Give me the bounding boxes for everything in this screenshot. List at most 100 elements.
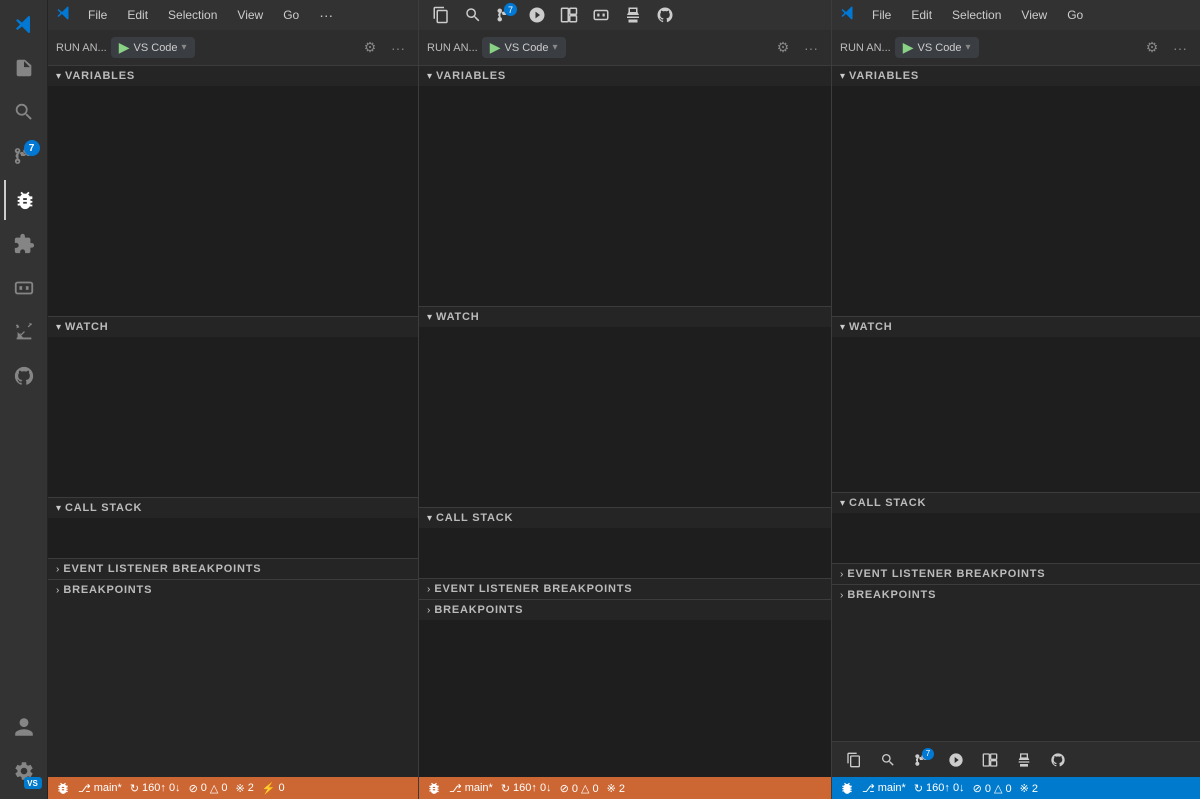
remote-icon[interactable]	[4, 268, 44, 308]
right-play-icon: ▶	[903, 39, 914, 56]
center-breakpoints-section-header[interactable]: › BREAKPOINTS	[419, 599, 831, 620]
settings-button[interactable]: ⚙	[358, 36, 382, 60]
center-variables-section-header[interactable]: ▾ VARIABLES	[419, 66, 831, 86]
right-search-icon[interactable]	[874, 746, 902, 774]
vscode-logo-icon[interactable]	[4, 4, 44, 44]
warning-count: 0	[221, 782, 227, 794]
breakpoints-section-header[interactable]: › BREAKPOINTS	[48, 579, 418, 600]
info-icon: ※	[236, 782, 245, 795]
right-chevron-down-icon: ▾	[966, 42, 971, 53]
menu-selection[interactable]: Selection	[160, 6, 225, 24]
center-event-listener-section-header[interactable]: › EVENT LISTENER BREAKPOINTS	[419, 578, 831, 599]
right-layout-icon[interactable]	[976, 746, 1004, 774]
errors-status[interactable]: ⊘ 0 △ 0	[189, 782, 228, 795]
right-source-control-icon[interactable]: 7	[908, 746, 936, 774]
more-button[interactable]: ···	[386, 36, 410, 60]
test-icon[interactable]	[619, 1, 647, 29]
center-variables-chevron-icon: ▾	[427, 71, 432, 82]
sync-status[interactable]: ↻ 160↑ 0↓	[130, 782, 181, 795]
play-icon: ▶	[119, 39, 130, 56]
config-selector[interactable]: ▶ VS Code ▾	[111, 37, 195, 58]
center-sync-status[interactable]: ↻ 160↑ 0↓	[501, 782, 552, 795]
center-more-button[interactable]: ···	[799, 36, 823, 60]
right-config-selector[interactable]: ▶ VS Code ▾	[895, 37, 979, 58]
center-call-stack-body	[419, 528, 831, 578]
center-variables-body	[419, 86, 831, 306]
settings-icon[interactable]: VS	[4, 751, 44, 791]
center-watch-section-header[interactable]: ▾ WATCH	[419, 306, 831, 327]
explorer-icon[interactable]	[4, 48, 44, 88]
menu-more[interactable]: ···	[313, 5, 339, 25]
right-event-listener-section-header[interactable]: › EVENT LISTENER BREAKPOINTS	[832, 563, 1200, 584]
menu-edit[interactable]: Edit	[119, 6, 156, 24]
center-info-status[interactable]: ※ 2	[607, 782, 625, 795]
right-menubar: File Edit Selection View Go	[832, 0, 1200, 30]
right-info-status[interactable]: ※ 2	[1020, 782, 1038, 795]
settings-badge: VS	[24, 777, 42, 789]
right-test-icon[interactable]	[1010, 746, 1038, 774]
debug-icon-status[interactable]	[56, 781, 70, 795]
right-copy-icon[interactable]	[840, 746, 868, 774]
right-call-stack-chevron-icon: ▾	[840, 498, 845, 509]
center-branch-status[interactable]: ⎇ main*	[449, 782, 493, 795]
account-icon[interactable]	[4, 707, 44, 747]
search-icon[interactable]	[459, 1, 487, 29]
center-watch-body	[419, 327, 831, 507]
event-listener-chevron-icon: ›	[56, 564, 59, 575]
variables-section-header[interactable]: ▾ VARIABLES	[48, 66, 418, 86]
github-icon[interactable]	[4, 356, 44, 396]
center-settings-button[interactable]: ⚙	[771, 36, 795, 60]
right-menu-edit[interactable]: Edit	[903, 6, 940, 24]
source-control-icon[interactable]: 7	[4, 136, 44, 176]
center-call-stack-section-header[interactable]: ▾ CALL STACK	[419, 507, 831, 528]
extensions-icon[interactable]	[4, 224, 44, 264]
right-errors-status[interactable]: ⊘ 0 △ 0	[973, 782, 1012, 795]
search-icon[interactable]	[4, 92, 44, 132]
center-debug-toolbar: RUN AN... ▶ VS Code ▾ ⚙ ···	[419, 30, 831, 66]
menu-view[interactable]: View	[229, 6, 271, 24]
right-menu-selection[interactable]: Selection	[944, 6, 1009, 24]
right-menu-file[interactable]: File	[864, 6, 899, 24]
right-sync-status[interactable]: ↻ 160↑ 0↓	[914, 782, 965, 795]
right-call-stack-section-header[interactable]: ▾ CALL STACK	[832, 492, 1200, 513]
right-breakpoints-section-header[interactable]: › BREAKPOINTS	[832, 584, 1200, 605]
right-event-listener-chevron-icon: ›	[840, 569, 843, 580]
copy-icon[interactable]	[427, 1, 455, 29]
layout-icon[interactable]	[555, 1, 583, 29]
right-run-icon[interactable]	[942, 746, 970, 774]
center-debug-icon[interactable]	[427, 781, 441, 795]
right-menu-view[interactable]: View	[1013, 6, 1055, 24]
right-debug-icon-status[interactable]	[840, 781, 854, 795]
right-watch-section-header[interactable]: ▾ WATCH	[832, 316, 1200, 337]
right-github-icon[interactable]	[1044, 746, 1072, 774]
variables-chevron-icon: ▾	[56, 71, 61, 82]
github-icon[interactable]	[651, 1, 679, 29]
run-icon[interactable]	[523, 1, 551, 29]
watch-section-header[interactable]: ▾ WATCH	[48, 316, 418, 337]
error-icon: ⊘	[189, 782, 198, 795]
right-call-stack-body	[832, 513, 1200, 563]
center-errors-status[interactable]: ⊘ 0 △ 0	[560, 782, 599, 795]
right-variables-section-header[interactable]: ▾ VARIABLES	[832, 66, 1200, 86]
right-call-stack-title: CALL STACK	[849, 497, 926, 509]
right-settings-button[interactable]: ⚙	[1140, 36, 1164, 60]
menu-go[interactable]: Go	[275, 6, 307, 24]
center-call-stack-chevron-icon: ▾	[427, 513, 432, 524]
source-control-icon[interactable]: 7	[491, 1, 519, 29]
test-icon[interactable]	[4, 312, 44, 352]
right-menu-go[interactable]: Go	[1059, 6, 1091, 24]
branch-status[interactable]: ⎇ main*	[78, 782, 122, 795]
right-branch-status[interactable]: ⎇ main*	[862, 782, 906, 795]
breakpoints-title: BREAKPOINTS	[63, 584, 152, 596]
ports-status[interactable]: ⚡ 0	[262, 782, 285, 795]
remote-icon[interactable]	[587, 1, 615, 29]
run-debug-icon[interactable]	[4, 180, 44, 220]
info-status[interactable]: ※ 2	[236, 782, 254, 795]
event-listener-section-header[interactable]: › EVENT LISTENER BREAKPOINTS	[48, 558, 418, 579]
right-watch-chevron-icon: ▾	[840, 322, 845, 333]
menu-file[interactable]: File	[80, 6, 115, 24]
center-config-selector[interactable]: ▶ VS Code ▾	[482, 37, 566, 58]
right-more-button[interactable]: ···	[1168, 36, 1192, 60]
call-stack-section-header[interactable]: ▾ CALL STACK	[48, 497, 418, 518]
center-run-label: RUN AN...	[427, 42, 478, 54]
